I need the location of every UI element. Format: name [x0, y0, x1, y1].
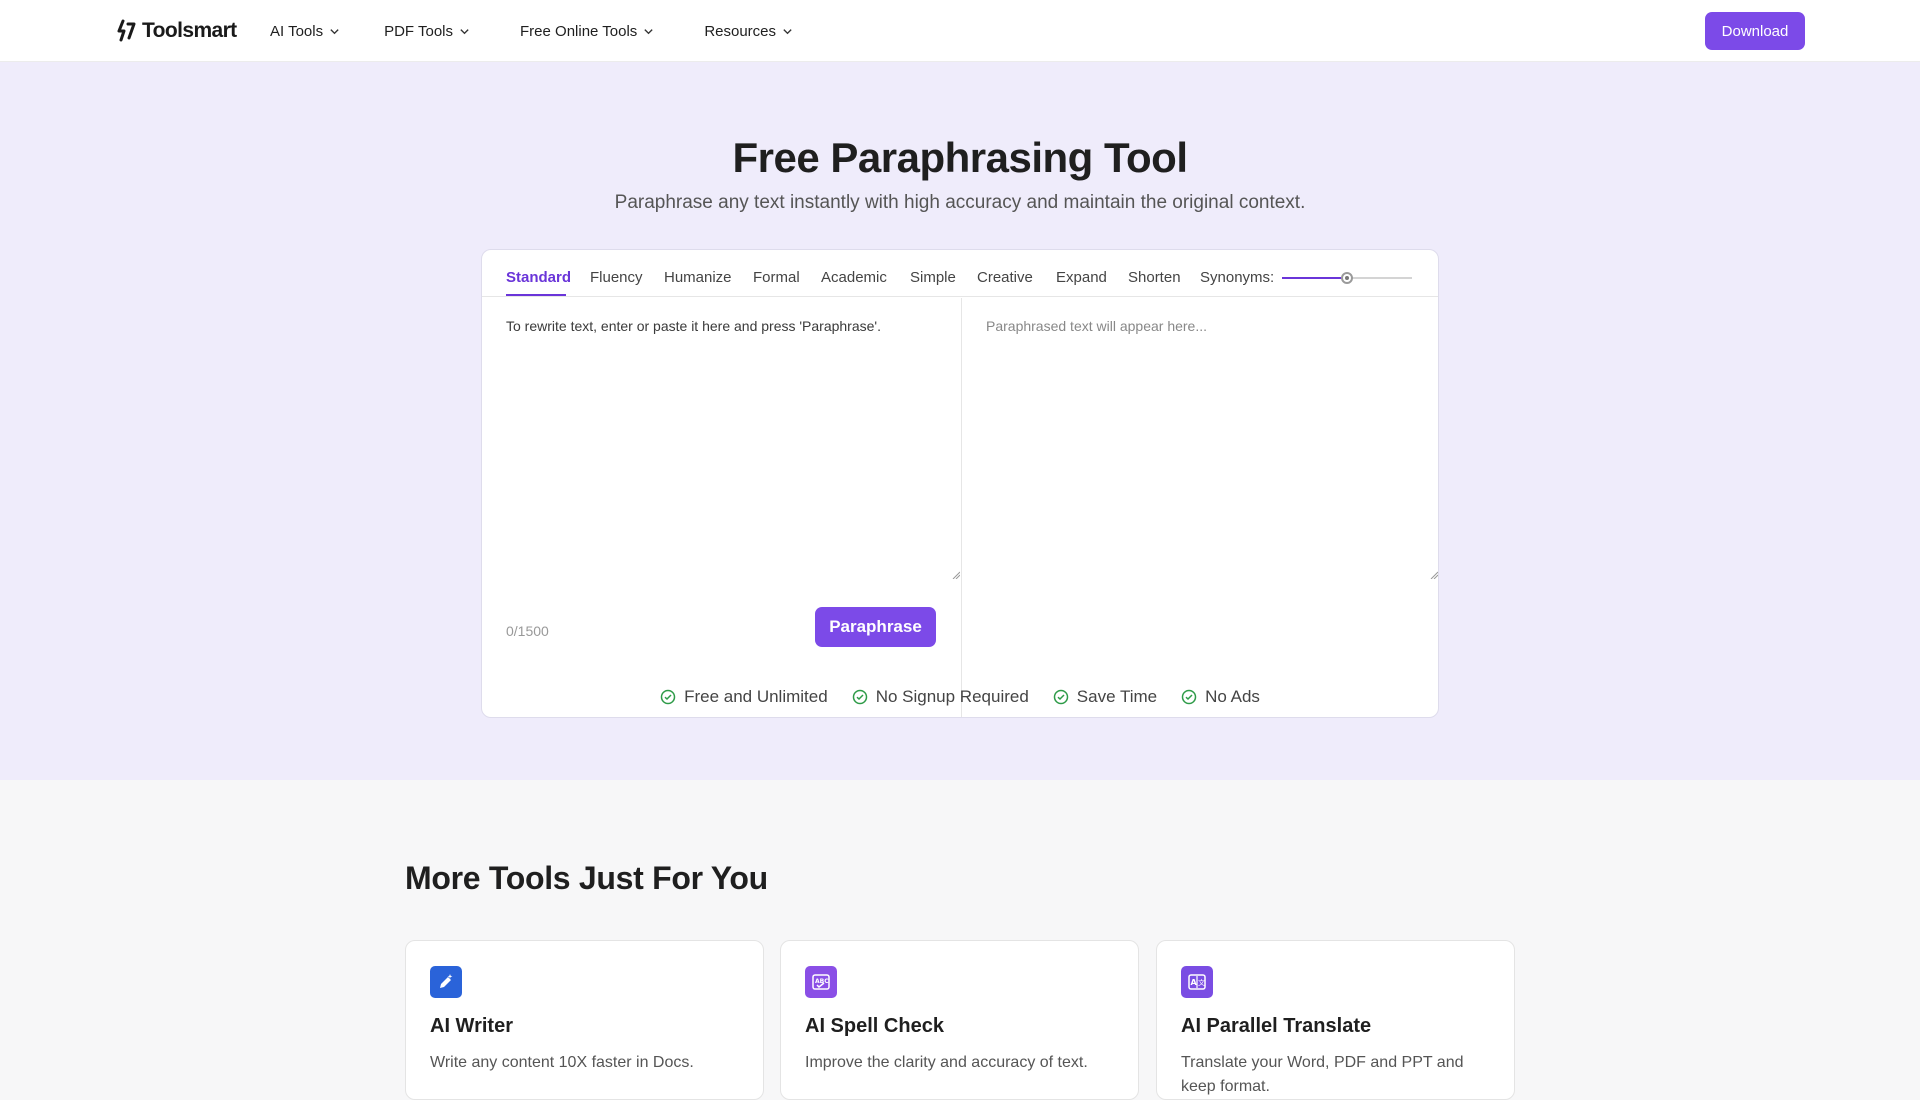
tab-fluency[interactable]: Fluency	[590, 269, 643, 286]
nav-ai-tools[interactable]: AI Tools	[270, 23, 340, 40]
tool-card-ai-spell-check[interactable]: ABC AI Spell Check Improve the clarity a…	[780, 940, 1139, 1100]
paraphraser-card: Standard Fluency Humanize Formal Academi…	[481, 249, 1439, 718]
active-tab-indicator	[506, 294, 566, 296]
feature-item: Save Time	[1053, 687, 1157, 707]
feature-label: No Signup Required	[875, 687, 1029, 706]
tool-name: AI Parallel Translate	[1181, 1015, 1372, 1037]
feature-item: Free and Unlimited	[660, 687, 828, 707]
input-textarea[interactable]	[506, 316, 956, 576]
tab-shorten[interactable]: Shorten	[1128, 269, 1181, 286]
nav-pdf-tools[interactable]: PDF Tools	[384, 23, 470, 40]
check-circle-icon	[1053, 689, 1069, 705]
synonyms-slider[interactable]	[1282, 272, 1412, 289]
feature-list: Free and Unlimited No Signup Required Sa…	[0, 687, 1920, 707]
hero-section: Free Paraphrasing Tool Paraphrase any te…	[0, 62, 1920, 780]
nav-label: AI Tools	[270, 22, 324, 40]
spell-check-icon: ABC	[805, 966, 837, 998]
tool-description: Improve the clarity and accuracy of text…	[805, 1054, 1088, 1071]
tool-card-ai-parallel-translate[interactable]: A文 AI Parallel Translate Translate your …	[1156, 940, 1515, 1100]
feature-item: No Ads	[1181, 687, 1260, 707]
slider-thumb[interactable]	[1341, 272, 1353, 284]
feature-label: Free and Unlimited	[684, 687, 828, 706]
chevron-down-icon	[644, 28, 653, 34]
main-nav: AI Tools PDF Tools Free Online Tools Res…	[270, 0, 837, 62]
tool-description: Translate your Word, PDF and PPT and kee…	[1181, 1054, 1464, 1095]
nav-free-online-tools[interactable]: Free Online Tools	[520, 23, 654, 40]
chevron-down-icon	[460, 28, 469, 34]
translate-icon: A文	[1181, 966, 1213, 998]
synonyms-label: Synonyms:	[1200, 269, 1275, 286]
resize-grip-icon[interactable]	[1430, 571, 1438, 579]
tool-name: AI Writer	[430, 1015, 513, 1037]
svg-text:文: 文	[1198, 978, 1205, 987]
tab-academic[interactable]: Academic	[821, 269, 887, 286]
tab-creative[interactable]: Creative	[977, 269, 1033, 286]
output-pane	[962, 298, 1438, 717]
feature-label: No Ads	[1205, 687, 1260, 706]
tool-description: Write any content 10X faster in Docs.	[430, 1054, 694, 1071]
slider-fill	[1282, 277, 1347, 279]
check-circle-icon	[852, 689, 867, 705]
more-tools-title: More Tools Just For You	[405, 860, 768, 896]
feature-label: Save Time	[1076, 687, 1158, 706]
output-textarea[interactable]	[986, 316, 1436, 576]
tab-humanize[interactable]: Humanize	[664, 269, 732, 286]
logo-bolt-icon	[117, 19, 136, 42]
pen-sparkle-icon	[430, 966, 462, 998]
nav-label: Resources	[704, 22, 777, 40]
mode-tabs: Standard Fluency Humanize Formal Academi…	[482, 250, 1438, 297]
tab-simple[interactable]: Simple	[910, 269, 956, 286]
chevron-down-icon	[783, 28, 792, 34]
resize-grip-icon[interactable]	[952, 571, 960, 579]
check-circle-icon	[1181, 689, 1197, 705]
nav-label: PDF Tools	[384, 22, 454, 40]
page-subtitle: Paraphrase any text instantly with high …	[614, 192, 1306, 213]
tab-standard[interactable]: Standard	[506, 269, 571, 286]
nav-resources[interactable]: Resources	[704, 23, 793, 40]
tool-name: AI Spell Check	[805, 1015, 944, 1037]
tool-card-ai-writer[interactable]: AI Writer Write any content 10X faster i…	[405, 940, 764, 1100]
toolsmart-logo[interactable]: Toolsmart	[116, 17, 237, 45]
svg-text:A: A	[1191, 978, 1198, 987]
nav-label: Free Online Tools	[520, 22, 638, 40]
feature-item: No Signup Required	[852, 687, 1029, 707]
check-circle-icon	[660, 689, 676, 705]
logo-text: Toolsmart	[142, 19, 237, 42]
chevron-down-icon	[330, 28, 339, 34]
tab-expand[interactable]: Expand	[1056, 269, 1107, 286]
char-count: 0/1500	[506, 623, 549, 639]
page-title: Free Paraphrasing Tool	[732, 134, 1189, 181]
download-button[interactable]: Download	[1705, 12, 1805, 50]
paraphrase-button[interactable]: Paraphrase	[815, 607, 936, 647]
input-pane: 0/1500 Paraphrase	[482, 298, 962, 717]
top-navbar: Toolsmart AI Tools PDF Tools Free Online…	[0, 0, 1920, 62]
tab-formal[interactable]: Formal	[753, 269, 800, 286]
